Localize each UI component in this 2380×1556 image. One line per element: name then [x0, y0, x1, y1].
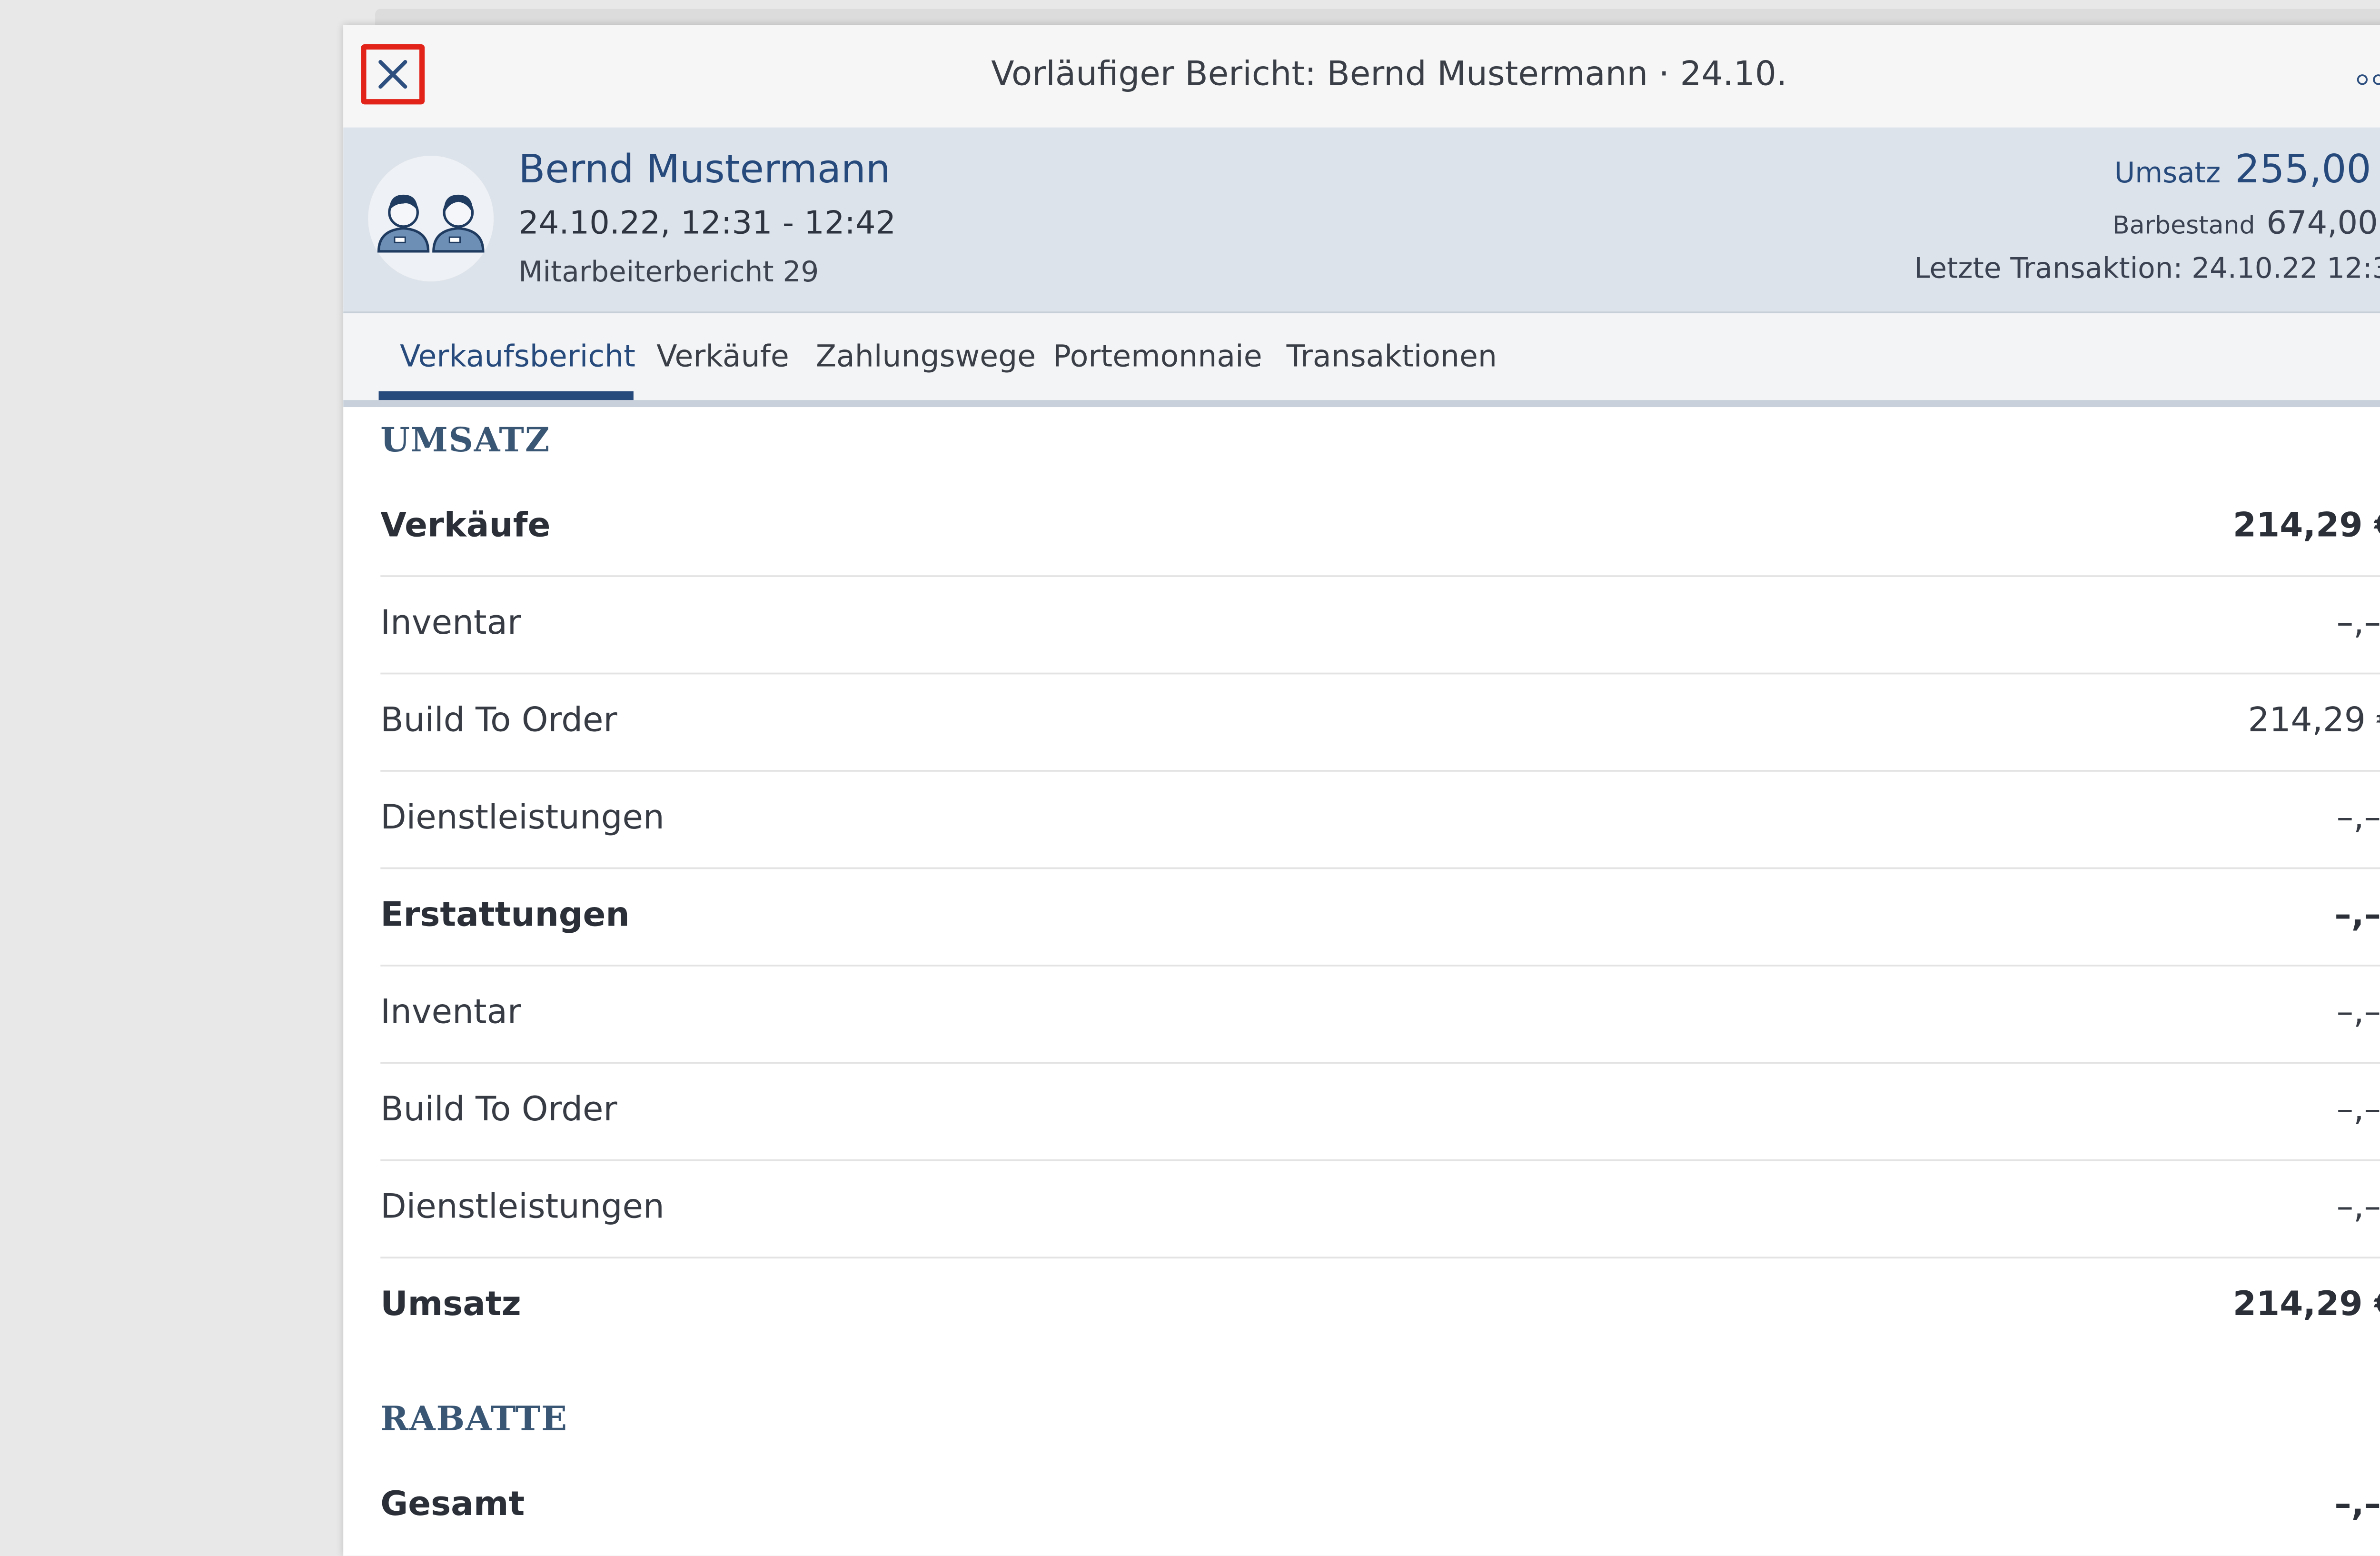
summary-info: Umsatz 255,00 € Barbestand 674,00 € Letz…: [1914, 149, 2380, 285]
row-label: Build To Order: [380, 701, 617, 740]
report-modal: Vorläufiger Bericht: Bernd Mustermann · …: [343, 25, 2380, 1556]
report-label: Mitarbeiterbericht 29: [518, 255, 819, 289]
tab-transaktionen[interactable]: Transaktionen: [1287, 340, 1497, 375]
modal-title: Vorläufiger Bericht: Bernd Mustermann · …: [991, 55, 1787, 94]
row-label: Inventar: [380, 993, 521, 1032]
tab-portemonnaie[interactable]: Portemonnaie: [1053, 340, 1262, 375]
report-row: Verkäufe 214,29 €: [380, 479, 2380, 577]
report-row: Build To Order –,––: [380, 1064, 2380, 1161]
row-value: –,––: [2334, 896, 2380, 935]
row-value: –,––: [2336, 1187, 2380, 1227]
row-value: –,––: [2334, 1485, 2380, 1524]
row-label: Build To Order: [380, 1090, 617, 1129]
report-row: Gesamt –,––: [380, 1458, 2380, 1556]
row-value: 214,29 €: [2232, 506, 2380, 545]
umsatz-label: Umsatz: [2114, 156, 2221, 190]
avatar: [368, 156, 494, 282]
report-row: Inventar –,––: [380, 577, 2380, 675]
report-row: Build To Order 214,29 €: [380, 674, 2380, 772]
section-title-rabatte: RABATTE: [380, 1400, 568, 1439]
last-transaction: Letzte Transaktion: 24.10.22 12:32: [1914, 251, 2380, 285]
employee-name: Bernd Mustermann: [518, 149, 891, 193]
row-value: –,––: [2336, 1090, 2380, 1129]
report-row: Inventar –,––: [380, 967, 2380, 1064]
row-label: Erstattungen: [380, 896, 630, 935]
umsatz-value: 255,00 €: [2235, 149, 2380, 193]
more-options-icon: [2373, 74, 2380, 85]
tab-verkaufsbericht[interactable]: Verkaufsbericht: [400, 340, 635, 375]
report-row: Dienstleistungen –,––: [380, 772, 2380, 869]
row-label: Umsatz: [380, 1285, 521, 1324]
report-time-range: 24.10.22, 12:31 - 12:42: [518, 205, 896, 243]
row-value: –,––: [2336, 798, 2380, 838]
row-label: Dienstleistungen: [380, 798, 664, 838]
row-label: Inventar: [380, 603, 521, 643]
title-bar: Vorläufiger Bericht: Bernd Mustermann · …: [343, 25, 2380, 128]
report-row: Erstattungen –,––: [380, 869, 2380, 967]
tab-zahlungswege[interactable]: Zahlungswege: [816, 340, 1036, 375]
more-options-button[interactable]: [2357, 71, 2380, 89]
tab-bar: Verkaufsbericht Verkäufe Zahlungswege Po…: [343, 313, 2380, 408]
active-tab-indicator: [378, 391, 634, 400]
row-label: Gesamt: [380, 1485, 525, 1524]
row-value: –,––: [2336, 603, 2380, 643]
row-value: –,––: [2336, 993, 2380, 1032]
tab-verkaeufe[interactable]: Verkäufe: [656, 340, 789, 375]
report-row: Umsatz 214,29 €: [380, 1258, 2380, 1356]
row-value: 214,29 €: [2248, 701, 2380, 740]
section-title-umsatz: UMSATZ: [380, 421, 551, 460]
umsatz-summary: Umsatz 255,00 €: [1914, 149, 2380, 198]
row-label: Dienstleistungen: [380, 1187, 664, 1227]
barbestand-value: 674,00 €: [2266, 205, 2380, 243]
barbestand-summary: Barbestand 674,00 €: [1914, 205, 2380, 248]
row-label: Verkäufe: [380, 506, 551, 545]
report-row: Dienstleistungen –,––: [380, 1161, 2380, 1259]
row-value: 214,29 €: [2232, 1285, 2380, 1324]
employees-icon: [377, 194, 485, 253]
screen: Vorläufiger Bericht: Bernd Mustermann · …: [0, 0, 2380, 1556]
employee-header: Bernd Mustermann 24.10.22, 12:31 - 12:42…: [343, 127, 2380, 313]
barbestand-label: Barbestand: [2112, 212, 2255, 241]
more-options-icon: [2357, 74, 2368, 85]
